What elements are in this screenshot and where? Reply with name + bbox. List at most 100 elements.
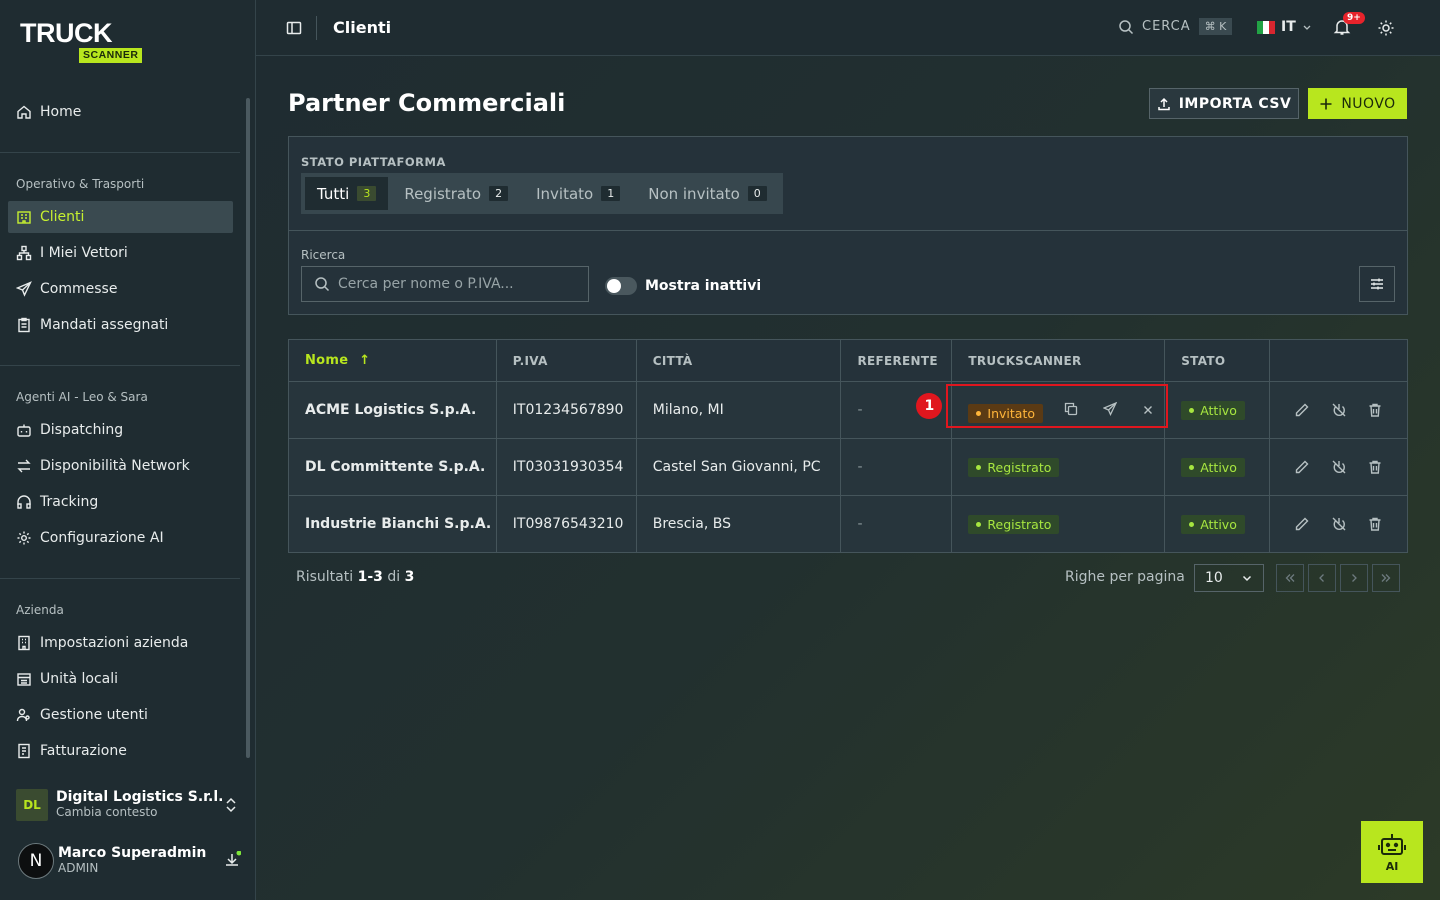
column-settings-button[interactable] xyxy=(1359,266,1395,302)
power-off-icon xyxy=(1332,517,1346,531)
sidebar-item-vettori[interactable]: I Miei Vettori xyxy=(8,237,233,269)
table-row[interactable]: ACME Logistics S.p.A. IT01234567890 Mila… xyxy=(288,381,1408,439)
context-switcher[interactable]: DL Digital Logistics S.r.l. Cambia conte… xyxy=(16,787,240,823)
status-dot xyxy=(1189,464,1195,470)
divider xyxy=(0,578,240,579)
company-name: Digital Logistics S.r.l. xyxy=(56,789,224,805)
sidebar-item-mandati[interactable]: Mandati assegnati xyxy=(8,309,233,341)
arrows-left-right-icon xyxy=(17,459,31,473)
logo[interactable]: TRUCK SCANNER xyxy=(20,20,143,63)
sidebar-item-fatturazione[interactable]: Fatturazione xyxy=(8,735,233,767)
status-text: Attivo xyxy=(1200,516,1237,532)
row-actions xyxy=(1269,381,1408,439)
next-page-button[interactable] xyxy=(1340,564,1368,592)
sidebar: TRUCK SCANNER Home Operativo & Trasporti… xyxy=(0,0,256,900)
delete-button[interactable] xyxy=(1363,398,1387,422)
avatar: N xyxy=(18,843,54,879)
tab-invitato[interactable]: Invitato 1 xyxy=(524,177,632,210)
new-button[interactable]: NUOVO xyxy=(1308,88,1407,119)
partner-name[interactable]: DL Committente S.p.A. xyxy=(288,438,497,496)
partner-city: Milano, MI xyxy=(635,381,842,439)
table-header-row: Nome ↑ P.IVA CITTÀ REFERENTE TRUCKSCANNE… xyxy=(288,339,1408,382)
toggle-sidebar-button[interactable] xyxy=(285,19,303,37)
notifications-button[interactable]: 9+ xyxy=(1333,12,1365,36)
edit-button[interactable] xyxy=(1290,455,1314,479)
stato-cell: Attivo xyxy=(1164,495,1271,553)
sidebar-item-commesse[interactable]: Commesse xyxy=(8,273,233,305)
scrollbar-thumb[interactable] xyxy=(246,98,250,758)
status-text: Registrato xyxy=(987,516,1052,532)
sidebar-item-label: Gestione utenti xyxy=(40,707,148,723)
edit-button[interactable] xyxy=(1290,512,1314,536)
tab-tutti[interactable]: Tutti 3 xyxy=(305,177,389,210)
column-header-piva: P.IVA xyxy=(495,339,637,382)
chevron-left-icon xyxy=(1319,574,1324,582)
column-header-nome[interactable]: Nome ↑ xyxy=(288,339,497,382)
tab-label: Registrato xyxy=(404,184,482,203)
sidebar-item-configurazione-ai[interactable]: Configurazione AI xyxy=(8,522,233,554)
ai-assistant-button[interactable]: AI xyxy=(1361,821,1423,883)
sidebar-item-home[interactable]: Home xyxy=(8,96,233,128)
partner-name[interactable]: Industrie Bianchi S.p.A. xyxy=(288,495,497,553)
global-search-button[interactable]: CERCA ⌘ K xyxy=(1118,18,1233,35)
sidebar-item-clienti[interactable]: Clienti xyxy=(8,201,233,233)
partner-piva: IT01234567890 xyxy=(495,381,637,439)
delete-button[interactable] xyxy=(1363,512,1387,536)
table-row[interactable]: DL Committente S.p.A. IT03031930354 Cast… xyxy=(288,438,1408,496)
results-total: 3 xyxy=(404,569,415,585)
import-csv-button[interactable]: IMPORTA CSV xyxy=(1149,88,1299,119)
sidebar-scrollbar[interactable] xyxy=(245,90,251,770)
deactivate-button[interactable] xyxy=(1327,455,1351,479)
partner-referente: - xyxy=(840,438,953,496)
user-menu[interactable]: N Marco Superadmin ADMIN xyxy=(16,843,241,879)
status-text: Registrato xyxy=(987,459,1052,475)
sidebar-item-label: Dispatching xyxy=(40,422,124,438)
building-icon xyxy=(17,211,31,224)
rows-per-page-value: 10 xyxy=(1205,570,1223,586)
sidebar-item-label: Configurazione AI xyxy=(40,530,164,546)
sidebar-item-disponibilita[interactable]: Disponibilità Network xyxy=(8,450,233,482)
rows-per-page-select[interactable]: 10 xyxy=(1194,564,1264,592)
sidebar-item-impostazioni[interactable]: Impostazioni azienda xyxy=(8,627,233,659)
tab-registrato[interactable]: Registrato 2 xyxy=(392,177,520,210)
sidebar-item-dispatching[interactable]: Dispatching xyxy=(8,414,233,446)
column-header-truckscanner: TRUCKSCANNER xyxy=(951,339,1166,382)
section-title: Azienda xyxy=(16,603,64,617)
sidebar-item-tracking[interactable]: Tracking xyxy=(8,486,233,518)
sidebar-item-label: Commesse xyxy=(40,281,118,297)
theme-toggle-button[interactable] xyxy=(1377,19,1395,37)
edit-button[interactable] xyxy=(1290,398,1314,422)
status-badge: Attivo xyxy=(1181,457,1245,477)
download-button[interactable] xyxy=(223,851,241,869)
page-title: Partner Commerciali xyxy=(288,89,566,117)
status-dot xyxy=(1189,521,1195,527)
partner-referente: - xyxy=(840,495,953,553)
status-tabs: Tutti 3 Registrato 2 Invitato 1 Non invitat… xyxy=(301,173,783,214)
show-inactive-toggle[interactable] xyxy=(605,277,637,295)
truckscanner-status-badge: Registrato xyxy=(968,457,1060,477)
sidebar-item-gestione-utenti[interactable]: Gestione utenti xyxy=(8,699,233,731)
partner-piva: IT09876543210 xyxy=(495,495,637,553)
tab-count: 0 xyxy=(747,186,767,201)
row-actions xyxy=(1269,495,1408,553)
search-input[interactable] xyxy=(338,276,578,292)
previous-page-button[interactable] xyxy=(1308,564,1336,592)
logo-subtext: SCANNER xyxy=(79,48,143,63)
download-icon xyxy=(226,851,241,866)
robot-icon xyxy=(1378,833,1406,855)
status-text: Attivo xyxy=(1200,459,1237,475)
status-badge: Attivo xyxy=(1181,400,1245,420)
store-icon xyxy=(17,673,31,686)
deactivate-button[interactable] xyxy=(1327,398,1351,422)
sliders-icon xyxy=(1371,278,1383,290)
table-row[interactable]: Industrie Bianchi S.p.A. IT09876543210 B… xyxy=(288,495,1408,553)
deactivate-button[interactable] xyxy=(1327,512,1351,536)
partner-name[interactable]: ACME Logistics S.p.A. xyxy=(288,381,497,439)
sidebar-item-unita-locali[interactable]: Unità locali xyxy=(8,663,233,695)
first-page-button[interactable] xyxy=(1276,564,1304,592)
tab-non-invitato[interactable]: Non invitato 0 xyxy=(636,177,779,210)
partner-piva: IT03031930354 xyxy=(495,438,637,496)
delete-button[interactable] xyxy=(1363,455,1387,479)
language-selector[interactable]: IT xyxy=(1257,19,1312,35)
last-page-button[interactable] xyxy=(1372,564,1400,592)
